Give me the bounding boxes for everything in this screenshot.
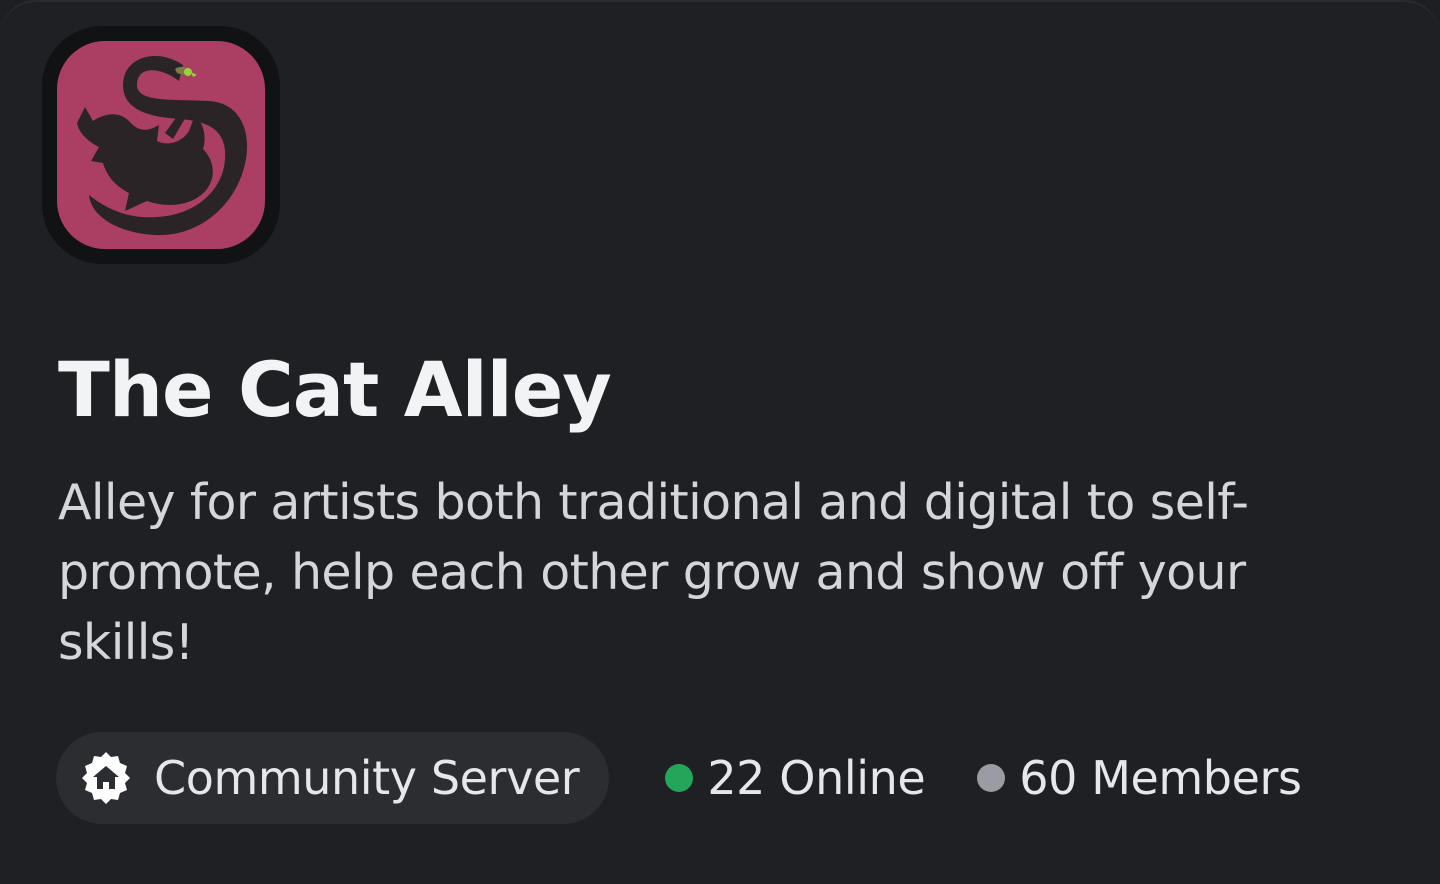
server-icon-frame: [42, 26, 280, 264]
server-icon[interactable]: [57, 41, 265, 249]
server-description: Alley for artists both traditional and d…: [58, 474, 1249, 671]
community-home-badge-icon: [82, 752, 130, 804]
online-status-dot: [665, 764, 694, 792]
member-status-dot: [977, 764, 1006, 792]
online-count: 22 Online: [665, 748, 926, 808]
member-count: 60 Members: [977, 748, 1302, 808]
cat-alley-logo-icon: [77, 55, 248, 236]
member-count-label: 60 Members: [1019, 751, 1302, 805]
online-count-label: 22 Online: [707, 751, 926, 805]
server-name: The Cat Alley: [58, 345, 612, 434]
community-server-label: Community Server: [154, 751, 580, 805]
server-info-card: The Cat Alley Alley for artists both tra…: [0, 0, 1440, 884]
server-stats-row: Community Server 22 Online 60 Members: [56, 732, 1302, 824]
community-server-badge[interactable]: Community Server: [56, 732, 610, 824]
